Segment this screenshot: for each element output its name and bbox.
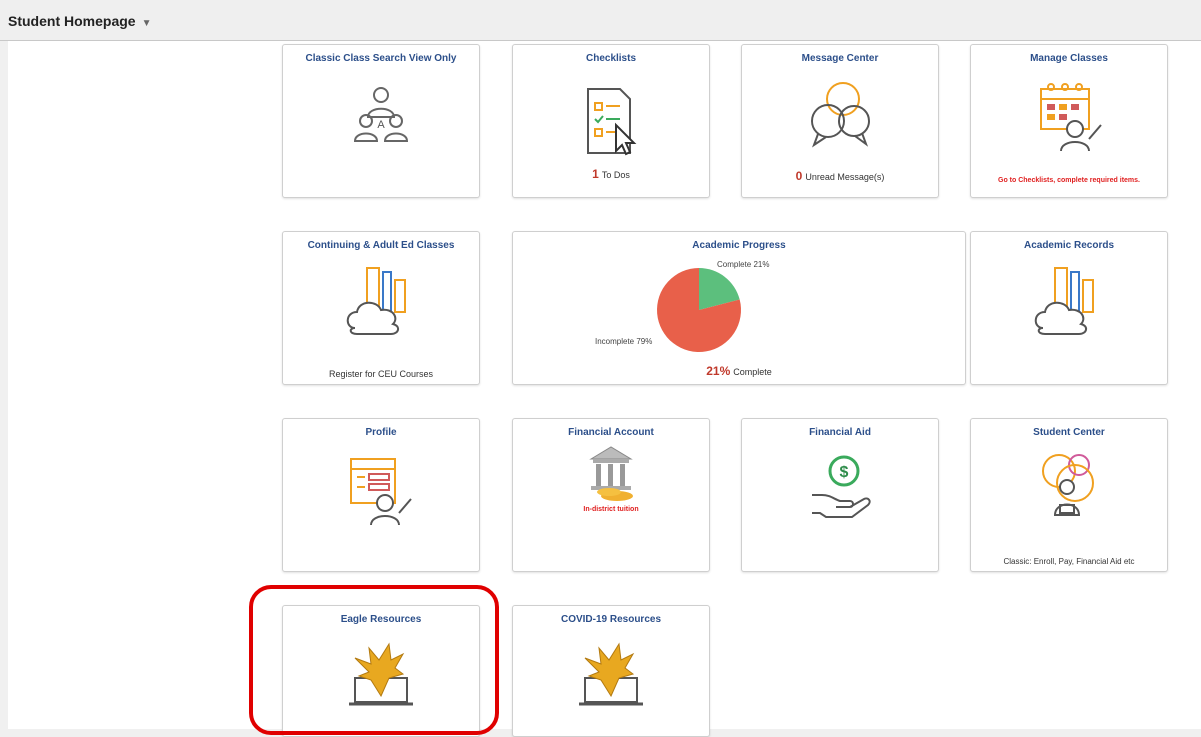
- homepage-selector[interactable]: Student Homepage ▼: [8, 13, 151, 29]
- tile-title: Financial Account: [568, 427, 654, 438]
- eagle-laptop-icon: [349, 642, 413, 706]
- chat-bubbles-icon: [811, 82, 870, 148]
- complete-label: Complete 21%: [717, 260, 769, 269]
- page-title: Student Homepage: [8, 13, 136, 29]
- svg-text:A: A: [377, 119, 385, 131]
- progress-percent: 21%: [706, 364, 731, 378]
- tile-footer: 1 To Dos: [513, 167, 709, 181]
- tile-footer: Classic: Enroll, Pay, Financial Aid etc: [1003, 557, 1135, 566]
- tile-message-center[interactable]: Message Center 0 Unread Message(s): [741, 44, 939, 198]
- checklist-icon: [587, 88, 637, 156]
- eagle-laptop-icon: [579, 642, 643, 706]
- tile-financial-aid[interactable]: Financial Aid $: [741, 418, 939, 572]
- tile-profile[interactable]: Profile: [282, 418, 480, 572]
- tile-financial-account[interactable]: Financial Account In-district tuition: [512, 418, 710, 572]
- tile-academic-records[interactable]: Academic Records: [970, 231, 1168, 385]
- tile-title: Profile: [365, 427, 397, 438]
- cloud-buildings-icon: [346, 267, 406, 335]
- progress-suffix: Complete: [733, 367, 772, 377]
- calendar-person-icon: [1040, 83, 1102, 152]
- tile-footer: 0 Unread Message(s): [742, 169, 938, 183]
- tile-classic-class-search[interactable]: Classic Class Search View Only A: [282, 44, 480, 198]
- cloud-buildings-icon: [1034, 267, 1094, 335]
- tile-title: COVID-19 Resources: [560, 614, 662, 625]
- tile-title: Manage Classes: [1030, 53, 1108, 64]
- incomplete-label: Incomplete 79%: [595, 337, 652, 346]
- tile-title: Checklists: [585, 53, 637, 64]
- tile-continuing-adult-ed[interactable]: Continuing & Adult Ed Classes Register f…: [282, 231, 480, 385]
- users-group-icon: A: [353, 87, 409, 142]
- tile-checklists[interactable]: Checklists 1 To Dos: [512, 44, 710, 198]
- tile-title: Student Center: [1033, 427, 1105, 438]
- tile-title: Classic Class Search View Only: [305, 53, 457, 64]
- unread-count: 0: [795, 169, 803, 183]
- profile-card-icon: [350, 458, 412, 526]
- todo-count: 1: [592, 167, 599, 181]
- svg-text:$: $: [840, 464, 849, 481]
- todo-label: To Dos: [601, 170, 630, 180]
- hand-dollar-icon: $: [812, 455, 871, 518]
- progress-pie-chart: Complete 21% Incomplete 79%: [595, 260, 769, 352]
- bank-coins-icon: [589, 446, 633, 501]
- top-bar: Student Homepage ▼: [0, 0, 1201, 41]
- tile-manage-classes[interactable]: Manage Classes Go to Checklists, complet…: [970, 44, 1168, 198]
- tile-title: Financial Aid: [809, 427, 871, 438]
- tile-student-center[interactable]: Student Center Classic: Enroll, Pay, Fin…: [970, 418, 1168, 572]
- tile-footer: 21% Complete: [513, 364, 965, 378]
- tile-title: Academic Records: [1023, 240, 1115, 251]
- unread-label: Unread Message(s): [805, 172, 885, 182]
- tile-academic-progress[interactable]: Academic Progress Complete 21% Incomplet…: [512, 231, 966, 385]
- manage-classes-warning: Go to Checklists, complete required item…: [998, 177, 1140, 184]
- student-reading-icon: [1042, 454, 1094, 516]
- tuition-caption: In-district tuition: [583, 506, 639, 513]
- tile-title: Message Center: [801, 53, 879, 64]
- tile-covid-resources[interactable]: COVID-19 Resources: [512, 605, 710, 737]
- tile-title: Continuing & Adult Ed Classes: [307, 240, 455, 251]
- dropdown-caret-icon: ▼: [141, 18, 152, 29]
- tile-title: Eagle Resources: [340, 614, 422, 625]
- tile-title: Academic Progress: [692, 240, 786, 251]
- tile-footer: Register for CEU Courses: [328, 369, 434, 379]
- tile-eagle-resources[interactable]: Eagle Resources: [282, 605, 480, 737]
